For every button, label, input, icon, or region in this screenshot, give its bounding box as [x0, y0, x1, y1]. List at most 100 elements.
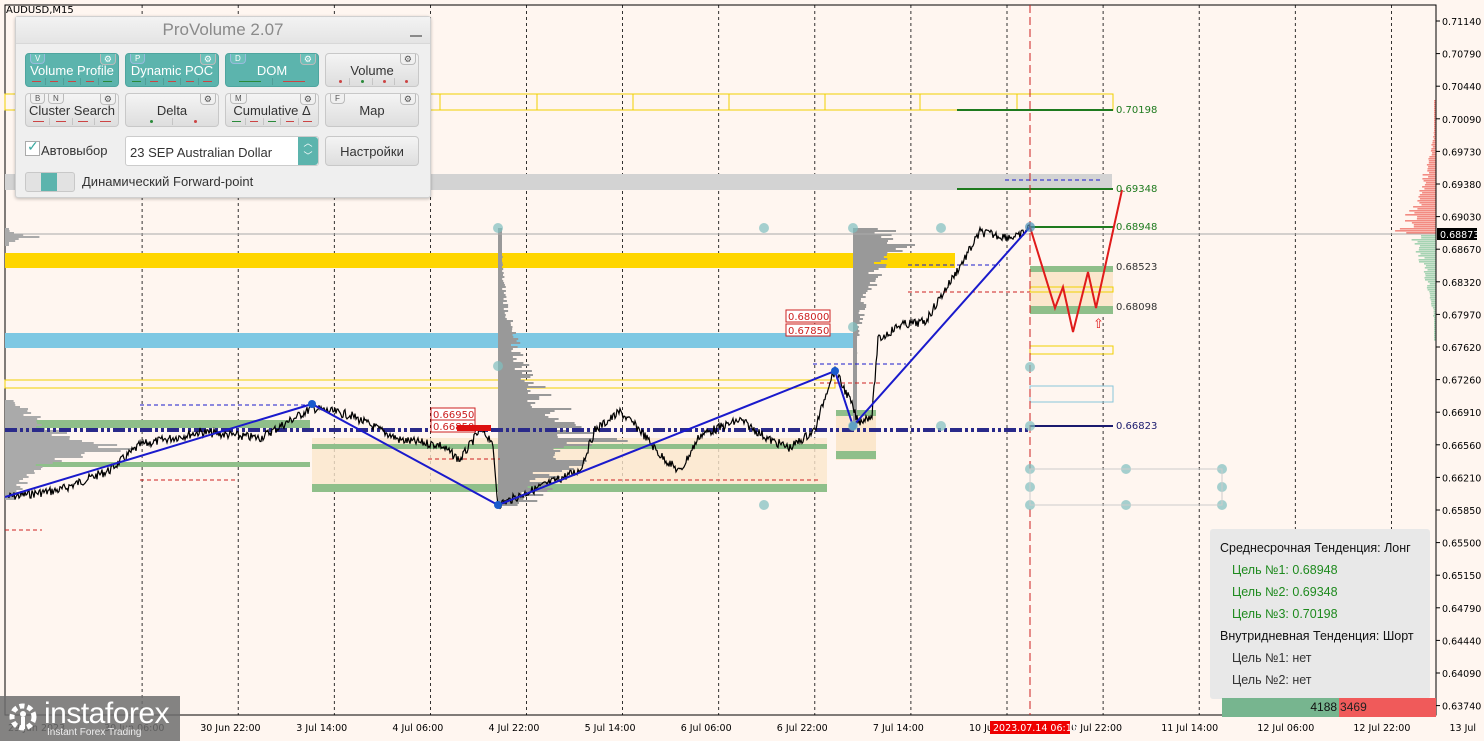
settings-button[interactable]: Настройки: [325, 136, 419, 166]
indicator-dot-red[interactable]: [171, 118, 217, 125]
profile-bar: [498, 408, 572, 410]
indicator-dash-red[interactable]: [28, 78, 45, 85]
gear-logo-icon: [9, 703, 37, 731]
dom-ask-bar: [1428, 160, 1436, 162]
time-tick: 6 Jul 22:00: [777, 723, 828, 734]
indicator-dash-red[interactable]: [80, 78, 98, 85]
arrow-up-icon: ⇧: [1093, 316, 1104, 331]
profile-bar: [5, 406, 20, 408]
anchor-dot[interactable]: [493, 361, 503, 371]
panel-button-cumulative[interactable]: M ⚙ Cumulative Δ: [225, 93, 319, 127]
panel-button-volume[interactable]: ⚙ Volume: [325, 53, 419, 87]
profile-bar: [853, 254, 887, 256]
instrument-select[interactable]: 23 SEP Australian Dollar ︿ ﹀: [125, 136, 319, 166]
indicator-dot-red[interactable]: [371, 78, 394, 85]
profile-bar: [498, 392, 528, 394]
profile-bar: [5, 456, 83, 458]
indicator-dash-red[interactable]: [71, 118, 94, 125]
anchor-dot[interactable]: [1025, 362, 1035, 372]
anchor-rect: [1029, 468, 1223, 506]
indicator-dash-red[interactable]: [271, 78, 317, 85]
dom-ask-bar: [1419, 198, 1436, 200]
dom-ask-bar: [1431, 144, 1436, 146]
symbol-label[interactable]: AUDUSD,M15: [6, 5, 74, 16]
panel-button-delta[interactable]: ⚙ Delta: [125, 93, 219, 127]
anchor-dot[interactable]: [1025, 421, 1035, 431]
indicator-dash-red[interactable]: [298, 118, 316, 125]
panel-button-map[interactable]: F ⚙ Map: [325, 93, 419, 127]
profile-bar: [853, 392, 857, 394]
panel-title-bar[interactable]: ProVolume 2.07: [16, 17, 430, 44]
indicator-dash-red[interactable]: [180, 78, 198, 85]
autoselect-checkbox[interactable]: [25, 138, 40, 156]
indicator-dot-green[interactable]: [128, 118, 172, 125]
profile-bar: [498, 340, 517, 342]
profile-bar: [498, 490, 548, 492]
panel-button-dynamic-poc[interactable]: P ⚙ Dynamic POC: [125, 53, 219, 87]
profile-bar: [498, 478, 536, 480]
spinner-icon[interactable]: ︿ ﹀: [298, 137, 318, 165]
anchor-dot[interactable]: [493, 223, 503, 233]
indicator-dash-red[interactable]: [28, 118, 49, 125]
profile-bar: [853, 316, 860, 318]
time-tick: 11 Jul 14:00: [1161, 723, 1218, 734]
profile-bar: [853, 384, 857, 386]
minimize-button[interactable]: [410, 21, 422, 37]
indicator-dash-red[interactable]: [162, 78, 181, 85]
profile-bar: [5, 420, 37, 422]
forward-point-toggle[interactable]: [25, 172, 75, 192]
profile-bar: [498, 432, 595, 434]
profile-bar: [498, 332, 516, 334]
profile-bar: [498, 474, 550, 476]
indicator-dash-green[interactable]: [128, 78, 145, 85]
indicator-dash-red[interactable]: [198, 78, 216, 85]
anchor-dot[interactable]: [936, 421, 946, 431]
profile-bar: [498, 436, 558, 438]
profile-bar: [498, 424, 576, 426]
logo-name: instaforex: [44, 697, 170, 730]
profile-bar: [5, 464, 36, 466]
indicator-dash-red[interactable]: [44, 78, 63, 85]
logo-tagline: Instant Forex Trading: [47, 727, 142, 738]
panel-button-cluster-search[interactable]: B N ⚙ Cluster Search: [25, 93, 119, 127]
indicator-dash-red[interactable]: [93, 118, 116, 125]
anchor-dot[interactable]: [848, 421, 858, 431]
profile-bar: [5, 484, 17, 486]
panel-button-dom[interactable]: D ⚙ DOM: [225, 53, 319, 87]
anchor-dot[interactable]: [936, 223, 946, 233]
indicator-dash-red[interactable]: [62, 78, 81, 85]
anchor-dot-current[interactable]: [1025, 222, 1035, 232]
indicator-dash-green[interactable]: [228, 78, 272, 85]
profile-bar: [498, 270, 503, 272]
indicator-dash-green[interactable]: [98, 78, 116, 85]
time-tick: 4 Jul 06:00: [392, 723, 443, 734]
indicator-strip: [28, 118, 116, 125]
profile-bar: [853, 390, 857, 392]
indicator-dash-red[interactable]: [144, 78, 163, 85]
anchor-dot[interactable]: [759, 223, 769, 233]
indicator-dot-red[interactable]: [393, 78, 416, 85]
profile-bar: [5, 470, 34, 472]
profile-bar: [498, 486, 528, 488]
time-axis: 29 Jun 202330 Jun 06:0030 Jun 22:003 Jul…: [8, 723, 1476, 734]
panel-button-volume-profile[interactable]: V ⚙ Volume Profile: [25, 53, 119, 87]
indicator-dot-red[interactable]: [328, 78, 349, 85]
price-tick: 0.65850: [1442, 506, 1481, 517]
anchor-dot[interactable]: [759, 500, 769, 510]
indicator-dash-red[interactable]: [280, 118, 298, 125]
indicator-dot-green[interactable]: [349, 78, 371, 85]
profile-bar: [853, 394, 857, 396]
profile-bar: [5, 418, 38, 420]
trend-panel: Среднесрочная Тенденция: Лонг Цель №1: 0…: [1210, 529, 1430, 699]
indicator-dash-red[interactable]: [244, 118, 263, 125]
anchor-dot[interactable]: [848, 322, 858, 332]
anchor-dot[interactable]: [848, 223, 858, 233]
price-tick: 0.70090: [1442, 115, 1481, 126]
profile-bar: [853, 354, 857, 356]
profile-bar: [498, 414, 545, 416]
indicator-dash-green[interactable]: [262, 118, 281, 125]
indicator-dash-red[interactable]: [49, 118, 71, 125]
profile-bar: [498, 458, 556, 460]
indicator-dash-green[interactable]: [228, 118, 245, 125]
profile-bar: [5, 478, 23, 480]
